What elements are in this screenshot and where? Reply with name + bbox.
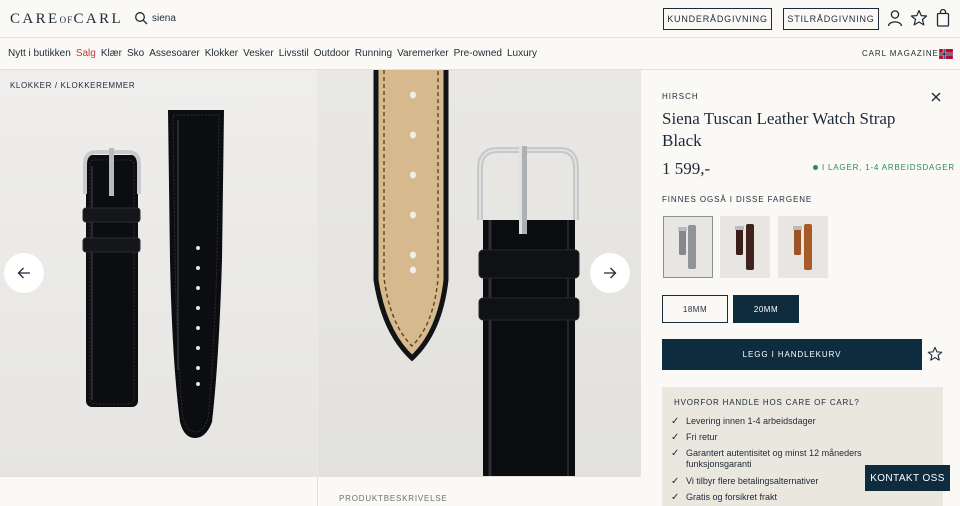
add-to-cart-button[interactable]: LEGG I HANDLEKURV: [662, 339, 922, 370]
nav-item-outdoor[interactable]: Outdoor: [314, 48, 350, 59]
size-option-18mm[interactable]: 18MM: [662, 295, 728, 323]
stock-dot-icon: [813, 165, 818, 170]
product-description-section: PRODUKTBESKRIVELSE: [0, 476, 641, 506]
nav-item-nytt-i-butikken[interactable]: Nytt i butikken: [8, 48, 71, 59]
benefit-item: ✓ Gratis og forsikret frakt: [671, 492, 778, 503]
why-shop-title: HVORFOR HANDLE HOS CARE OF CARL?: [674, 398, 860, 407]
search-input[interactable]: [152, 10, 352, 27]
grey-strap-thumbnail: [678, 225, 696, 269]
product-price: 1 599,-: [662, 159, 711, 178]
nav-item-livsstil[interactable]: Livsstil: [279, 48, 309, 59]
stock-text: I LAGER, 1-4 ARBEIDSDAGER: [822, 163, 955, 172]
product-gallery: KLOKKER / KLOKKEREMMER: [0, 70, 641, 476]
site-logo[interactable]: CAREOFCARL: [10, 11, 123, 28]
nav-item-sko[interactable]: Sko: [127, 48, 144, 59]
color-swatch-dark-brown[interactable]: [720, 216, 770, 278]
norway-flag-icon[interactable]: [939, 49, 953, 59]
product-panel: HIRSCH Siena Tuscan Leather Watch Strap …: [641, 70, 960, 506]
color-swatch-tan[interactable]: [778, 216, 828, 278]
check-icon: ✓: [671, 416, 680, 427]
benefit-item: ✓ Fri retur: [671, 432, 718, 443]
close-icon[interactable]: [930, 91, 942, 103]
benefit-item: ✓ Garantert autentisitet og minst 12 måne…: [671, 448, 862, 469]
carl-magazine-link[interactable]: CARL MAGAZINE: [862, 49, 939, 58]
watch-strap-image: [82, 110, 224, 438]
gallery-prev-button[interactable]: [4, 253, 44, 293]
nav-item-luxury[interactable]: Luxury: [507, 48, 537, 59]
contact-us-button[interactable]: KONTAKT OSS: [865, 465, 950, 491]
arrow-right-icon: [604, 267, 617, 279]
product-brand[interactable]: HIRSCH: [662, 92, 699, 101]
nav-item-varemerker[interactable]: Varemerker: [397, 48, 449, 59]
product-description-label[interactable]: PRODUKTBESKRIVELSE: [339, 494, 448, 503]
customer-service-button[interactable]: KUNDERÅDGIVNING: [663, 8, 772, 30]
nav-item-pre-owned[interactable]: Pre-owned: [454, 48, 502, 59]
product-image-1[interactable]: [0, 70, 317, 476]
nav-item-klokker[interactable]: Klokker: [205, 48, 238, 59]
user-icon[interactable]: [886, 9, 904, 27]
stock-status: I LAGER, 1-4 ARBEIDSDAGER: [813, 163, 955, 172]
tan-strap-thumbnail: [793, 224, 812, 270]
check-icon: ✓: [671, 448, 680, 459]
main-navigation: Nytt i butikken Salg Klær Sko Assesoarer Klok…: [0, 38, 960, 70]
check-icon: ✓: [671, 432, 680, 443]
style-advice-button[interactable]: STILRÅDGIVNING: [783, 8, 879, 30]
check-icon: ✓: [671, 476, 680, 487]
check-icon: ✓: [671, 492, 680, 503]
wishlist-star-icon[interactable]: [927, 346, 943, 362]
bag-icon[interactable]: [934, 9, 952, 27]
star-icon[interactable]: [910, 9, 928, 27]
nav-menu: Nytt i butikken Salg Klær Sko Assesoarer Klok…: [8, 48, 537, 59]
divider: [317, 477, 318, 506]
nav-item-assesoarer[interactable]: Assesoarer: [149, 48, 200, 59]
benefit-item: ✓ Vi tilbyr flere betalingsalternativer: [671, 476, 819, 487]
colors-label: FINNES OGSÅ I DISSE FARGENE: [662, 195, 813, 204]
brown-strap-thumbnail: [735, 224, 754, 270]
product-title: Siena Tuscan Leather Watch Strap Black: [662, 109, 896, 150]
search-icon[interactable]: [134, 11, 148, 25]
nav-item-klær[interactable]: Klær: [101, 48, 122, 59]
nav-item-salg[interactable]: Salg: [76, 48, 96, 59]
nav-item-running[interactable]: Running: [355, 48, 392, 59]
nav-item-vesker[interactable]: Vesker: [243, 48, 274, 59]
gallery-next-button[interactable]: [590, 253, 630, 293]
breadcrumb[interactable]: KLOKKER / KLOKKEREMMER: [10, 81, 135, 90]
size-option-20mm[interactable]: 20MM: [733, 295, 799, 323]
color-swatch-grey[interactable]: [663, 216, 713, 278]
arrow-left-icon: [17, 267, 30, 279]
site-header: CAREOFCARL KUNDERÅDGIVNING STILRÅDGIVNIN…: [0, 0, 960, 38]
benefit-item: ✓ Levering innen 1-4 arbeidsdager: [671, 416, 816, 427]
